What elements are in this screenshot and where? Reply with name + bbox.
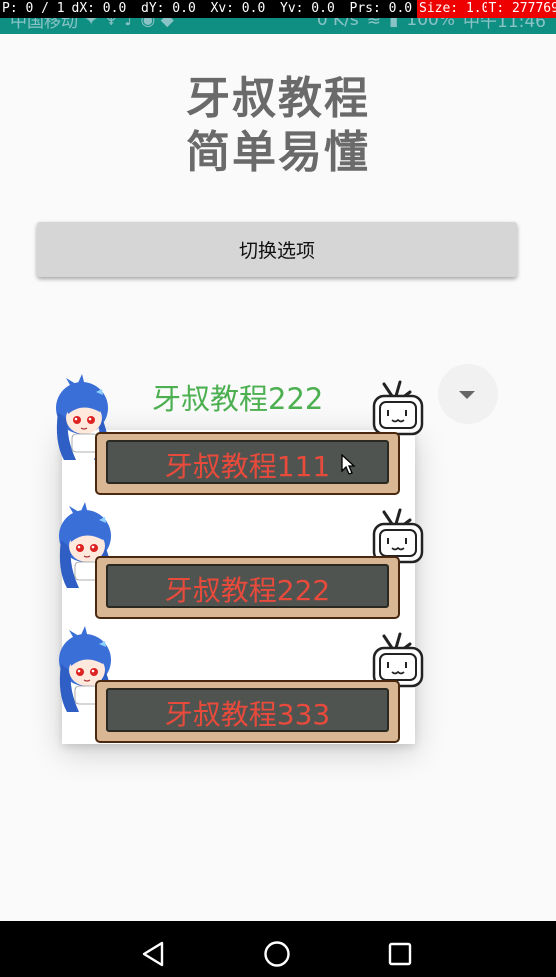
debug-p: P: 0 / 1	[2, 1, 65, 16]
home-icon[interactable]	[263, 940, 291, 968]
debug-xv: Xv: 0.0	[210, 1, 266, 16]
navigation-bar	[0, 921, 556, 977]
dropdown-item-2[interactable]: 牙叔教程222	[55, 500, 435, 630]
title-line-1: 牙叔教程	[186, 73, 370, 124]
spinner-arrow-button[interactable]	[438, 364, 498, 424]
dropdown-arrow-icon	[459, 391, 475, 399]
dropdown-item-label: 牙叔教程222	[164, 574, 331, 607]
status-bar: 中国移动 ✦ ♆ ♪ ◉ ◆ 0 K/s ≋ ▮ 100% 中午11:46 P:…	[0, 0, 556, 34]
cursor-icon	[341, 454, 356, 475]
dropdown-item-1[interactable]: 牙叔教程111	[55, 376, 435, 506]
board-frame: 牙叔教程333	[95, 680, 400, 743]
switch-option-button[interactable]: 切换选项	[37, 222, 517, 277]
title-line-2: 简单易懂	[186, 127, 370, 178]
debug-dx: dX: 0.0	[71, 1, 127, 16]
debug-dy: dY: 0.0	[141, 1, 196, 16]
board-frame: 牙叔教程222	[95, 556, 400, 619]
debug-prs: Prs: 0.0	[349, 1, 413, 16]
board-inner: 牙叔教程222	[106, 564, 389, 608]
page-title: 牙叔教程 简单易懂	[0, 72, 556, 180]
debug-size: Size: 1.0	[417, 0, 487, 18]
back-icon[interactable]	[141, 941, 165, 967]
dropdown-item-label: 牙叔教程333	[164, 698, 331, 731]
board-inner: 牙叔教程333	[106, 688, 389, 732]
recents-icon[interactable]	[388, 942, 412, 966]
debug-t: T: 277769	[486, 0, 556, 18]
pointer-debug-overlay: P: 0 / 1 dX: 0.0 dY: 0.0 Xv: 0.0 Yv: 0.0…	[0, 0, 556, 18]
dropdown-item-3[interactable]: 牙叔教程333	[55, 624, 435, 754]
debug-yv: Yv: 0.0	[280, 1, 335, 16]
